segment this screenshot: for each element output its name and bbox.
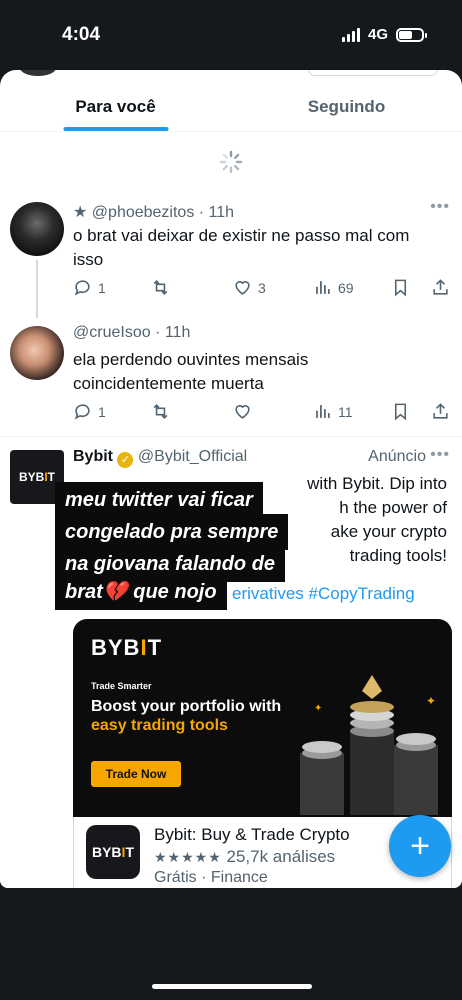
star-icon: ★: [73, 204, 88, 221]
timeline-tabs: Para você Seguindo: [0, 70, 462, 132]
overlay-line-1: meu twitter vai ficar: [55, 482, 263, 518]
bookmark-button[interactable]: [391, 278, 410, 297]
views-button[interactable]: 11: [313, 402, 353, 421]
home-indicator[interactable]: [152, 984, 312, 989]
trade-now-button[interactable]: Trade Now: [91, 761, 181, 787]
bybit-avatar-logo: BYBIT: [18, 470, 56, 484]
more-options-icon[interactable]: •••: [430, 198, 450, 216]
battery-icon: [396, 27, 427, 42]
tweet-actions: 1 3 69: [73, 278, 451, 300]
ad-hashtags[interactable]: erivatives #CopyTrading: [232, 584, 415, 604]
tweet-divider: [0, 436, 462, 437]
avatar[interactable]: [10, 326, 64, 380]
tweet-1[interactable]: ★ @phoebezitos · 11h ••• o brat vai deix…: [0, 198, 462, 318]
status-indicators: 4G: [341, 26, 427, 43]
reply-button[interactable]: 1: [73, 278, 106, 297]
tweet-handle[interactable]: @crueIsoo: [73, 324, 151, 341]
bookmark-button[interactable]: [391, 402, 410, 421]
views-button[interactable]: 69: [313, 278, 354, 297]
views-count: 11: [338, 403, 353, 420]
banner-tagline: Trade Smarter: [91, 681, 152, 691]
tweet-header: Bybit ✓ @Bybit_Official: [73, 448, 247, 468]
reply-count: 1: [98, 403, 106, 420]
share-button[interactable]: [431, 278, 450, 297]
overlay-line-4: brat💔 que nojo: [55, 574, 227, 610]
retweet-icon: [153, 280, 168, 295]
coin-stack-illustration-icon: ✦ ✦: [300, 675, 438, 815]
tweet-handle[interactable]: @phoebezitos: [92, 204, 195, 221]
tweet-header: @crueIsoo · 11h: [73, 324, 190, 342]
like-count: 3: [258, 279, 266, 296]
bookmark-icon: [394, 403, 407, 421]
banner-subheadline: easy trading tools: [91, 717, 228, 734]
svg-text:✦: ✦: [314, 703, 322, 714]
signal-icon: [341, 27, 360, 42]
like-button[interactable]: [233, 402, 258, 421]
rating-stars-icon: ★★★★★: [154, 849, 222, 865]
retweet-icon: [153, 404, 168, 419]
retweet-button[interactable]: [151, 402, 176, 421]
status-time: 4:04: [62, 24, 101, 45]
reply-icon: [74, 280, 90, 296]
ad-name[interactable]: Bybit: [73, 448, 113, 465]
tab-seguindo[interactable]: Seguindo: [231, 70, 462, 131]
tweet-text: o brat vai deixar de existir ne passo ma…: [73, 226, 410, 269]
ad-handle[interactable]: @Bybit_Official: [138, 448, 247, 465]
views-icon: [316, 405, 330, 418]
share-icon: [433, 279, 448, 295]
bybit-logo: BYBIT: [91, 635, 163, 660]
reply-count: 1: [98, 279, 106, 296]
heart-icon: [235, 405, 250, 419]
tweet-header: ★ @phoebezitos · 11h: [73, 202, 234, 222]
like-button[interactable]: 3: [233, 278, 266, 297]
loading-spinner-icon: [219, 150, 243, 174]
avatar[interactable]: [10, 202, 64, 256]
app-rating: ★★★★★ 25,7k análises: [154, 847, 335, 867]
bybit-app-icon: BYB I T: [86, 825, 140, 879]
tweet-text: ela perdendo ouvintes mensais coincident…: [73, 350, 309, 393]
app-category: Grátis · Finance: [154, 869, 268, 886]
tweet-time: · 11h: [155, 324, 191, 341]
card-gutter: [0, 820, 73, 888]
tab-para-voce[interactable]: Para você: [0, 70, 231, 131]
views-icon: [316, 281, 330, 294]
more-options-icon[interactable]: •••: [430, 446, 450, 464]
rating-count: 25,7k análises: [226, 847, 336, 866]
tweet-time: · 11h: [198, 204, 235, 221]
compose-button[interactable]: +: [389, 815, 451, 877]
status-bar: 4:04 4G: [0, 0, 462, 70]
overlay-line-2: congelado pra sempre: [55, 514, 289, 550]
ad-banner-image[interactable]: BYBIT Trade Smarter Boost your portfolio…: [73, 619, 452, 817]
svg-text:✦: ✦: [426, 694, 436, 708]
tweet-actions: 1 11: [73, 402, 451, 424]
thread-line: [36, 260, 38, 318]
network-label: 4G: [367, 26, 388, 43]
reply-button[interactable]: 1: [73, 402, 106, 421]
retweet-button[interactable]: [151, 278, 176, 297]
app-name: Bybit: Buy & Trade Crypto: [154, 825, 350, 844]
heart-icon: [235, 281, 250, 295]
reply-icon: [74, 404, 90, 420]
verified-badge-icon: ✓: [117, 452, 134, 468]
timeline-sheet: Para você Seguindo ★ @phoebezitos · 11h …: [0, 70, 462, 888]
tweet-2[interactable]: @crueIsoo · 11h ela perdendo ouvintes me…: [0, 322, 462, 434]
plus-icon: +: [410, 826, 430, 865]
share-icon: [433, 403, 448, 419]
banner-headline: Boost your portfolio with: [91, 698, 282, 715]
bookmark-icon: [394, 279, 407, 297]
views-count: 69: [338, 279, 354, 296]
ad-label: Anúncio: [368, 448, 426, 465]
share-button[interactable]: [431, 402, 450, 421]
